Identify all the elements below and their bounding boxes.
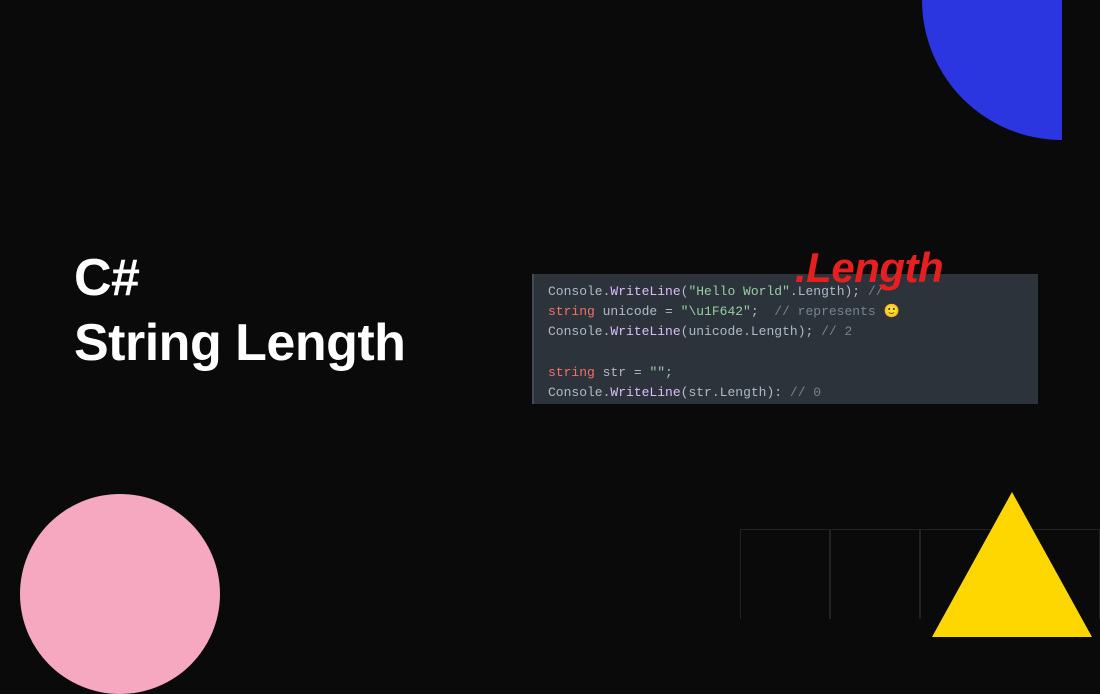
- decorative-blue-quarter-circle: [922, 0, 1062, 140]
- code-line-5: string str = "";: [548, 363, 1024, 383]
- title-line-1: C#: [74, 246, 405, 311]
- decorative-yellow-triangle: [932, 492, 1092, 637]
- grid-cell: [830, 529, 920, 619]
- code-line-1: Console.WriteLine("Hello World".Length);…: [548, 282, 1024, 302]
- code-line-3: Console.WriteLine(unicode.Length); // 2: [548, 322, 1024, 342]
- code-snippet: Console.WriteLine("Hello World".Length);…: [532, 274, 1038, 404]
- grid-cell: [740, 529, 830, 619]
- title-line-2: String Length: [74, 311, 405, 376]
- code-line-2: string unicode = "\u1F642"; // represent…: [548, 302, 1024, 322]
- code-line-6: Console.WriteLine(str.Length): // 0: [548, 383, 1024, 403]
- decorative-pink-circle: [20, 494, 220, 694]
- length-accent-label: .Length: [795, 244, 943, 292]
- slide-title: C# String Length: [74, 246, 405, 376]
- emoji-icon: 🙂: [883, 304, 899, 319]
- code-line-4: [548, 342, 1024, 362]
